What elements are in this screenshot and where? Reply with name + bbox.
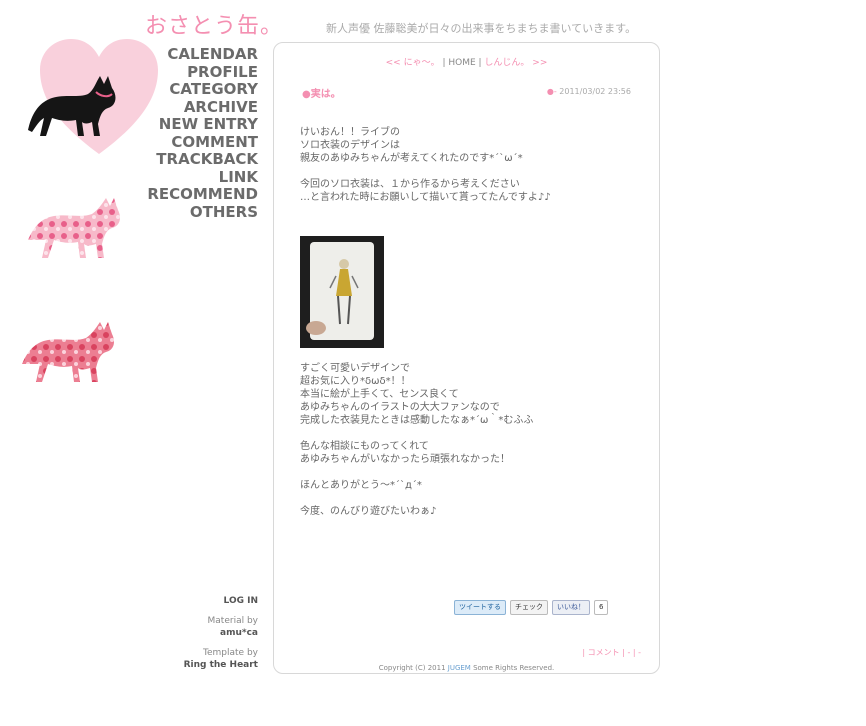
entry-date-text: 2011/03/02 23:56 bbox=[559, 87, 631, 96]
entry-body-part2: すごく可愛いデザインで 超お気に入り*δωδ*！！ 本当に絵が上手くて、センス良… bbox=[300, 362, 640, 518]
copyright: Copyright (C) 2011 JUGEM Some Rights Res… bbox=[274, 664, 659, 672]
nav-new-entry[interactable]: NEW ENTRY bbox=[147, 115, 258, 134]
body-line: 今度、のんびり遊びたいわぁ♪ bbox=[300, 506, 437, 517]
template-credit: Template by Ring the Heart bbox=[184, 647, 258, 671]
login-label[interactable]: LOG IN bbox=[224, 596, 258, 606]
side-navigation: CALENDAR PROFILE CATEGORY ARCHIVE NEW EN… bbox=[147, 45, 258, 222]
material-name[interactable]: amu*ca bbox=[220, 628, 258, 638]
body-line: ほんとありがとう～*´`д´* bbox=[300, 480, 422, 491]
nav-category[interactable]: CATEGORY bbox=[147, 80, 258, 99]
site-tagline: 新人声優 佐藤聡美が日々の出来事をちまちま書いていきます。 bbox=[326, 22, 637, 35]
prev-entry-link[interactable]: << にゃ～。 bbox=[386, 58, 440, 68]
login-link[interactable]: LOG IN bbox=[224, 595, 258, 607]
body-line bbox=[300, 165, 640, 178]
body-line bbox=[300, 492, 640, 505]
next-entry-link[interactable]: しんじん。 >> bbox=[484, 58, 547, 68]
nav-profile[interactable]: PROFILE bbox=[147, 63, 258, 82]
material-label: Material by bbox=[207, 616, 258, 626]
body-line: 完成した衣装見たときは感動したなぁ*´ω｀*むふふ bbox=[300, 415, 534, 426]
nav-comment[interactable]: COMMENT bbox=[147, 133, 258, 152]
body-line: あゆみちゃんのイラストの大大ファンなので bbox=[300, 402, 500, 413]
body-line: 今回のソロ衣装は、１から作るから考えください bbox=[300, 179, 520, 190]
template-name[interactable]: Ring the Heart bbox=[184, 660, 258, 670]
comments-link[interactable]: | コメント | - | - bbox=[582, 647, 641, 658]
copyright-prefix: Copyright (C) 2011 bbox=[378, 664, 448, 672]
costume-sketch-image bbox=[300, 236, 384, 348]
nav-recommend[interactable]: RECOMMEND bbox=[147, 185, 258, 204]
nav-trackback[interactable]: TRACKBACK bbox=[147, 150, 258, 169]
nav-calendar[interactable]: CALENDAR bbox=[147, 45, 258, 64]
entry-title-text[interactable]: 実は。 bbox=[311, 89, 341, 100]
body-line: 本当に絵が上手くて、センス良くて bbox=[300, 389, 459, 400]
body-line: ソロ衣装のデザインは bbox=[300, 140, 400, 151]
floral-cat-icon bbox=[28, 198, 120, 258]
entry-date: ●- 2011/03/02 23:56 bbox=[547, 87, 631, 96]
check-button[interactable]: チェック bbox=[510, 600, 548, 615]
like-count: 6 bbox=[594, 600, 609, 615]
date-marker-icon: ●- bbox=[546, 87, 557, 96]
tweet-button[interactable]: ツイートする bbox=[454, 600, 506, 615]
floral-cat-icon bbox=[22, 322, 114, 382]
entry-pager: << にゃ～。 | HOME | しんじん。 >> bbox=[274, 55, 659, 68]
site-title[interactable]: おさとう缶。 bbox=[145, 8, 283, 40]
nav-others[interactable]: OTHERS bbox=[147, 203, 258, 222]
like-button[interactable]: いいね！ bbox=[552, 600, 590, 615]
body-line bbox=[300, 466, 640, 479]
entry-body-part1: けいおん！！ライブの ソロ衣装のデザインは 親友のあゆみちゃんが考えてくれたので… bbox=[300, 126, 640, 204]
social-buttons: ツイートする チェック いいね！ 6 bbox=[454, 600, 609, 615]
body-line: すごく可愛いデザインで bbox=[300, 363, 410, 374]
template-label: Template by bbox=[203, 648, 258, 658]
home-link[interactable]: HOME bbox=[448, 58, 475, 68]
entry-title[interactable]: ●実は。 bbox=[302, 85, 341, 100]
body-line: あゆみちゃんがいなかったら頑張れなかった！ bbox=[300, 454, 510, 465]
body-line: 超お気に入り*δωδ*！！ bbox=[300, 376, 411, 387]
entry-panel: << にゃ～。 | HOME | しんじん。 >> ●実は。 ●- 2011/0… bbox=[273, 42, 660, 674]
nav-link[interactable]: LINK bbox=[147, 168, 258, 187]
body-line bbox=[300, 427, 640, 440]
copyright-suffix: Some Rights Reserved. bbox=[470, 664, 555, 672]
body-line: 親友のあゆみちゃんが考えてくれたのです*´`ω´* bbox=[300, 153, 523, 164]
body-line: …と言われた時にお願いして描いて貰ってたんですよ♪♪ bbox=[300, 192, 551, 203]
entry-photo[interactable] bbox=[300, 236, 384, 348]
body-line: 色んな相談にものってくれて bbox=[300, 441, 429, 452]
body-line: けいおん！！ライブの bbox=[300, 127, 400, 138]
jugem-link[interactable]: JUGEM bbox=[448, 664, 471, 672]
material-credit: Material by amu*ca bbox=[208, 615, 258, 639]
entry-marker-icon: ● bbox=[302, 89, 311, 100]
nav-archive[interactable]: ARCHIVE bbox=[147, 98, 258, 117]
black-cat-icon bbox=[28, 76, 116, 136]
